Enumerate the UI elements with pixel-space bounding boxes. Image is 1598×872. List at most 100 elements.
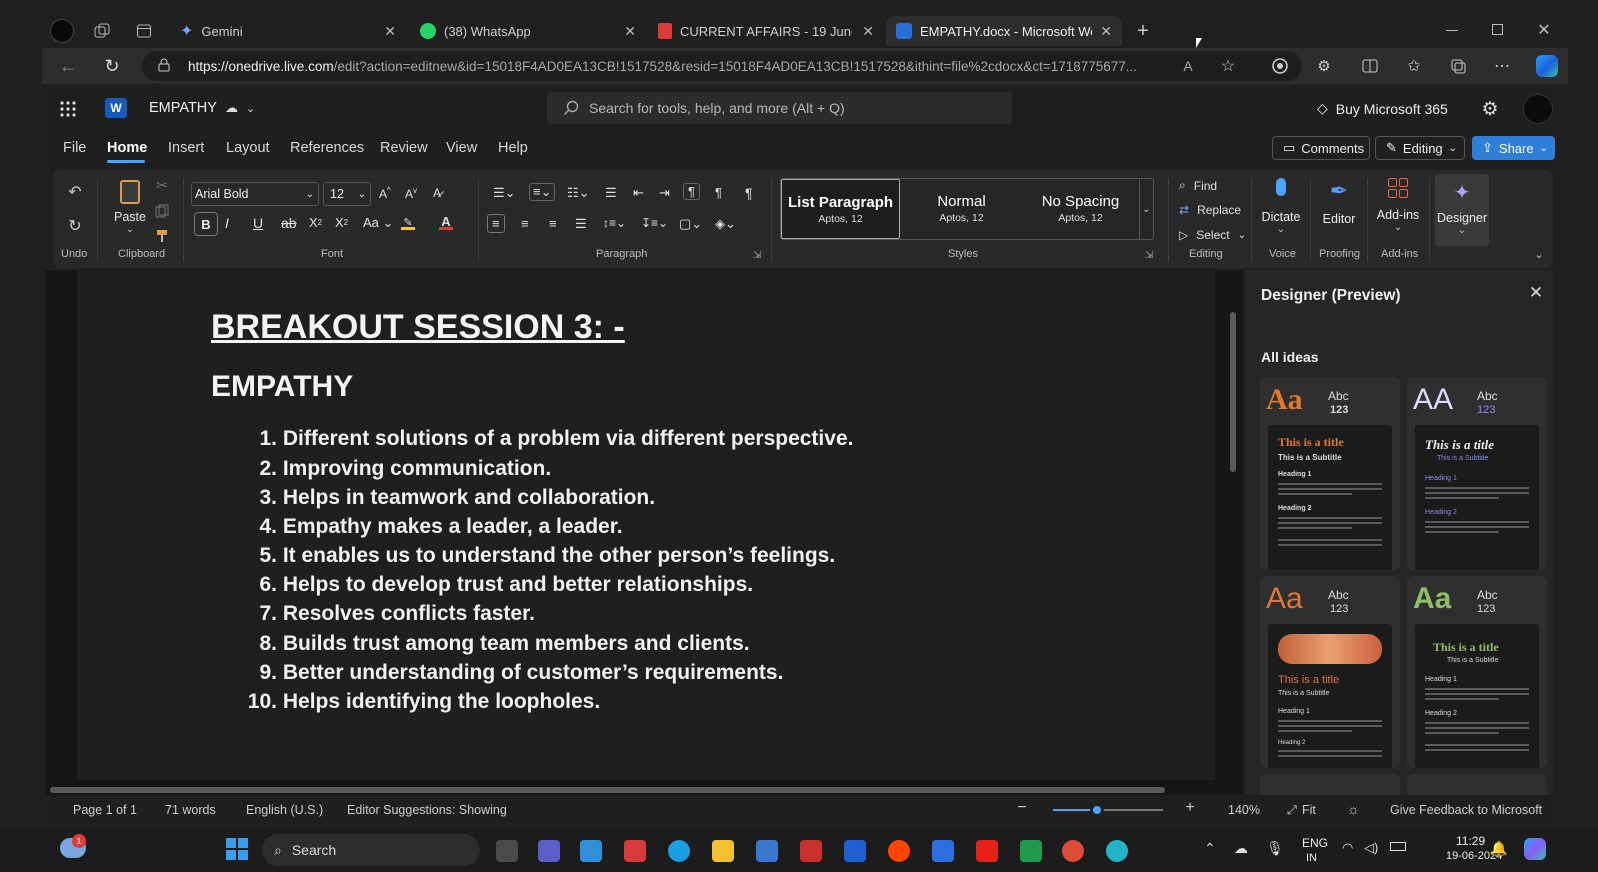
style-list-paragraph[interactable]: List Paragraph Aptos, 12 [781, 179, 900, 239]
app-launcher-icon[interactable] [59, 100, 77, 118]
favorites-icon[interactable]: ✩ [1404, 56, 1424, 76]
design-idea-card[interactable]: Aa Abc 123 This is a title This is a Sub… [1407, 576, 1547, 768]
start-icon[interactable] [226, 838, 248, 860]
grow-font-icon[interactable]: A^ [379, 186, 391, 201]
underline-button[interactable]: U [253, 215, 263, 231]
increase-indent-icon[interactable]: ⇥ [659, 185, 670, 201]
paste-button[interactable]: Paste ⌄ [109, 178, 151, 242]
focus-mode-icon[interactable]: ☼ [1347, 801, 1360, 817]
word-logo-icon[interactable]: W [105, 98, 127, 118]
word-count[interactable]: 71 words [165, 803, 216, 817]
clock-time[interactable]: 11:29 [1456, 834, 1485, 848]
close-window-icon[interactable]: ✕ [1534, 20, 1554, 40]
settings-gear-icon[interactable]: ⚙ [1479, 98, 1501, 120]
tab-view[interactable]: View [446, 140, 477, 156]
share-button[interactable]: ⇪ Share ⌄ [1472, 136, 1555, 160]
extension-circle-icon[interactable] [1270, 56, 1290, 76]
tab-gemini[interactable]: ✦ Gemini ✕ [170, 16, 406, 46]
close-tab-icon[interactable]: ✕ [384, 23, 396, 40]
show-marks-icon[interactable]: ¶ [745, 185, 753, 201]
italic-button[interactable]: I [225, 215, 229, 231]
restore-icon[interactable] [1492, 24, 1503, 35]
battery-icon[interactable] [1390, 842, 1406, 851]
shading-icon[interactable]: ◈⌄ [715, 216, 736, 232]
calendar-app-icon[interactable] [624, 840, 646, 862]
teams-icon[interactable] [538, 840, 560, 862]
copilot-taskbar-icon[interactable] [1524, 838, 1546, 860]
account-avatar[interactable] [1523, 94, 1553, 124]
feedback-link[interactable]: Give Feedback to Microsoft [1390, 803, 1542, 817]
design-idea-card[interactable]: Aa Abc 123 This is a title This is a Sub… [1260, 576, 1400, 768]
language-status[interactable]: English (U.S.) [246, 803, 323, 817]
align-left-icon[interactable]: ≡ [487, 214, 505, 233]
add-ins-button[interactable]: Add-ins ⌄ [1373, 178, 1423, 233]
reddit-icon[interactable] [888, 840, 910, 862]
find-button[interactable]: ⌕ Find [1179, 178, 1217, 193]
strikethrough-button[interactable]: ab [281, 215, 297, 231]
edge-icon[interactable] [668, 840, 690, 862]
minimize-icon[interactable] [1446, 30, 1458, 31]
close-tab-icon[interactable]: ✕ [862, 23, 874, 40]
tab-actions-icon[interactable] [134, 21, 154, 41]
gmail-icon[interactable] [800, 840, 822, 862]
style-no-spacing[interactable]: No Spacing Aptos, 12 [1021, 179, 1140, 239]
highlight-icon[interactable]: ✎ [401, 216, 415, 230]
stocks-icon[interactable] [1020, 840, 1042, 862]
more-icon[interactable]: ⋯ [1492, 56, 1512, 76]
address-bar[interactable]: https://onedrive.live.com/edit?action=ed… [142, 51, 1302, 81]
file-explorer-icon[interactable] [580, 840, 602, 862]
font-size-select[interactable]: 12 ⌄ [323, 182, 371, 206]
font-color-icon[interactable]: A [439, 214, 453, 230]
align-right-icon[interactable]: ≡ [549, 216, 557, 231]
styles-more-icon[interactable]: ⌄ [1139, 179, 1153, 239]
line-spacing-icon[interactable]: ↕≡⌄ [603, 216, 626, 230]
paragraph-spacing-icon[interactable]: ↧≡⌄ [641, 216, 668, 230]
change-case-button[interactable]: Aa ⌄ [363, 215, 393, 231]
zoom-level[interactable]: 140% [1228, 803, 1260, 817]
style-normal[interactable]: Normal Aptos, 12 [902, 179, 1021, 239]
styles-launcher-icon[interactable]: ⇲ [1145, 250, 1153, 261]
comments-button[interactable]: ▭ Comments [1272, 136, 1370, 160]
tab-review[interactable]: Review [380, 140, 428, 156]
multilevel-list-icon[interactable]: ☷⌄ [567, 185, 590, 201]
shrink-font-icon[interactable]: Av [405, 186, 417, 201]
ribbon-collapse-icon[interactable]: ⌄ [1531, 246, 1547, 262]
replace-button[interactable]: ⇄ Replace [1179, 203, 1241, 217]
justify-icon[interactable]: ☰ [575, 216, 587, 232]
rtl-icon[interactable]: ¶ [715, 185, 722, 200]
bullets-icon[interactable]: ☰⌄ [493, 185, 516, 201]
document-page[interactable]: BREAKOUT SESSION 3: - EMPATHY 1. Differe… [77, 270, 1215, 780]
collections-icon[interactable] [1448, 56, 1468, 76]
borders-icon[interactable]: ▢⌄ [679, 216, 702, 232]
split-screen-icon[interactable] [1360, 56, 1380, 76]
copilot-icon[interactable] [1536, 55, 1558, 77]
tab-references[interactable]: References [290, 140, 364, 156]
task-view-icon[interactable] [496, 840, 518, 862]
todo-icon[interactable] [932, 840, 954, 862]
tab-file[interactable]: File [63, 140, 86, 156]
close-icon[interactable]: ✕ [1527, 283, 1545, 302]
subscript-button[interactable]: X2 [309, 215, 322, 230]
extensions-icon[interactable]: ⚙ [1314, 56, 1334, 76]
zoom-slider[interactable] [1053, 803, 1163, 817]
folder-icon[interactable] [712, 840, 734, 862]
editing-mode-button[interactable]: ✎ Editing ⌄ [1375, 136, 1465, 160]
copy-icon[interactable] [153, 202, 171, 220]
dictate-button[interactable]: Dictate ⌄ [1259, 178, 1303, 235]
fit-button[interactable]: ⤢ Fit [1287, 803, 1316, 818]
back-icon[interactable]: ← [58, 56, 78, 76]
language-indicator[interactable]: ENG [1302, 836, 1328, 850]
favorite-star-icon[interactable]: ☆ [1218, 56, 1238, 76]
wifi-icon[interactable]: ◠ [1342, 840, 1353, 856]
read-aloud-icon[interactable]: A [1178, 56, 1198, 76]
close-tab-icon[interactable]: ✕ [1100, 23, 1112, 40]
close-tab-icon[interactable]: ✕ [624, 23, 636, 40]
redo-icon[interactable]: ↻ [65, 216, 85, 236]
zoom-in-icon[interactable]: + [1183, 799, 1197, 816]
search-box[interactable]: Search for tools, help, and more (Alt + … [547, 92, 1012, 124]
tab-insert[interactable]: Insert [168, 140, 204, 156]
tab-home[interactable]: Home [107, 140, 147, 156]
design-idea-card[interactable] [1260, 774, 1400, 795]
mic-muted-icon[interactable]: 🎙 [1266, 840, 1284, 857]
numbering-icon[interactable]: ≡⌄ [529, 183, 556, 201]
